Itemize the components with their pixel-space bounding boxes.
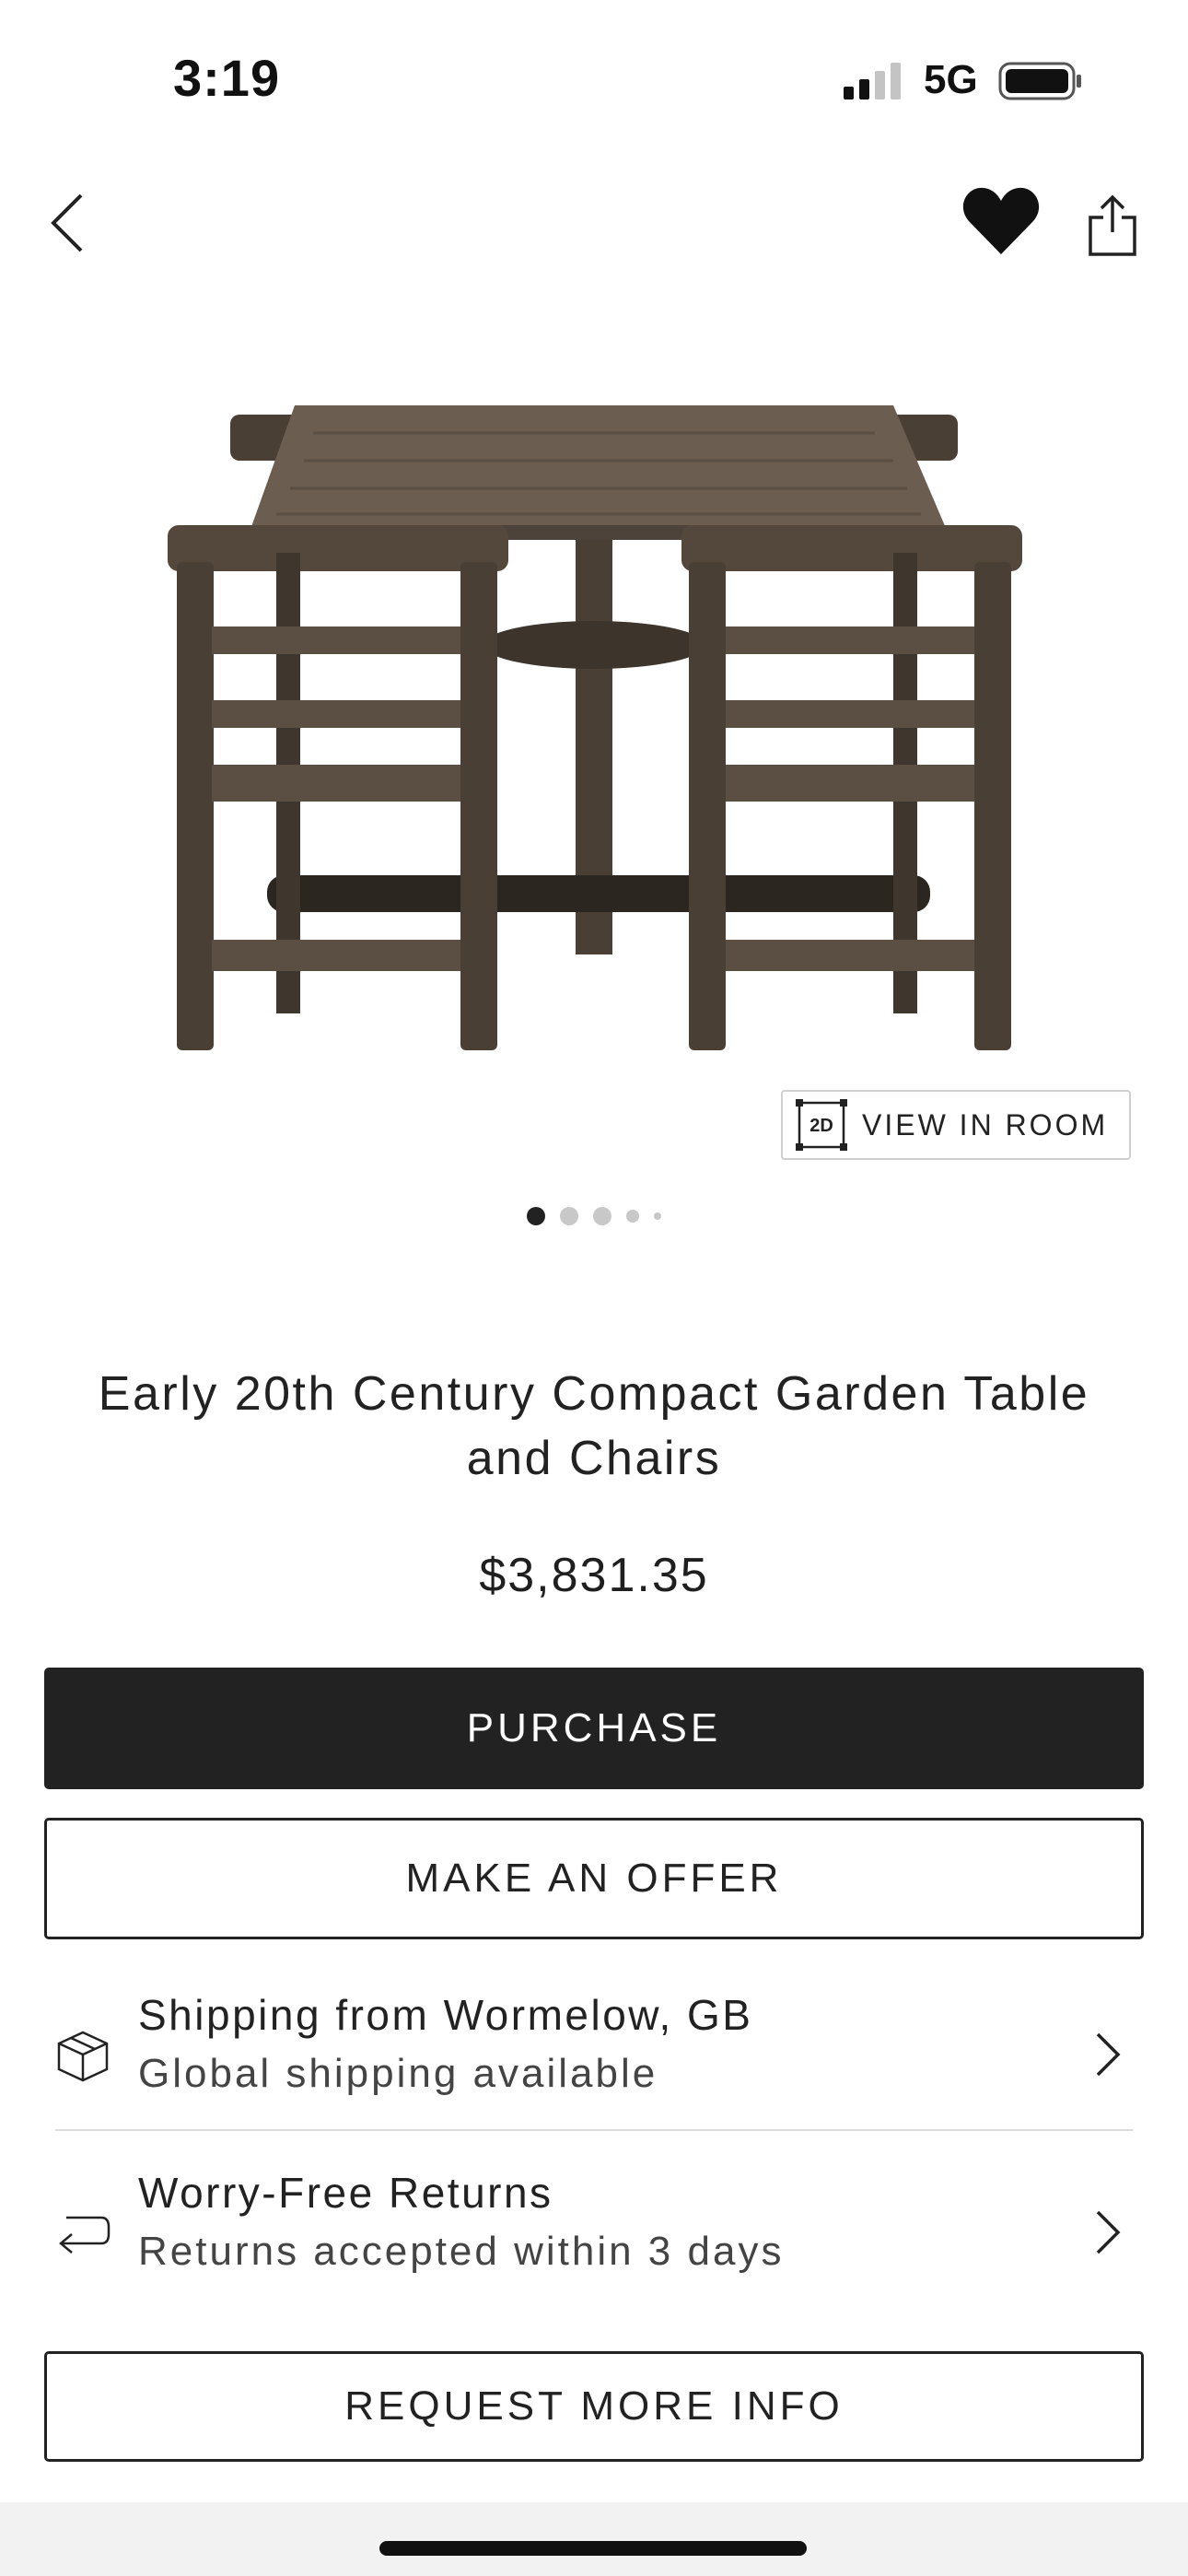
battery-icon: [998, 62, 1081, 100]
shipping-title: Shipping from Wormelow, GB: [138, 1991, 753, 2039]
product-title: Early 20th Century Compact Garden Table …: [98, 1367, 1090, 1485]
chevron-right-icon: [1096, 2032, 1121, 2077]
gallery-dot[interactable]: [654, 1212, 661, 1220]
view-2d-badge: 2D: [809, 1116, 833, 1136]
network-type: 5G: [924, 57, 978, 102]
gallery-dot[interactable]: [527, 1207, 545, 1225]
box-icon: [57, 2031, 109, 2082]
signal-icon: [844, 63, 901, 100]
shipping-subtitle: Global shipping available: [138, 2051, 658, 2096]
returns-title: Worry-Free Returns: [138, 2169, 553, 2217]
purchase-button[interactable]: PURCHASE: [44, 1668, 1144, 1789]
favorite-heart-icon[interactable]: [961, 184, 1041, 258]
product-image[interactable]: [157, 396, 1031, 1069]
returns-info-row[interactable]: Worry-Free Returns Returns accepted with…: [44, 2159, 1144, 2306]
divider: [55, 2129, 1133, 2131]
gallery-dot[interactable]: [593, 1207, 611, 1225]
chevron-right-icon: [1096, 2210, 1121, 2254]
product-price: $3,831.35: [479, 1549, 709, 1602]
gallery-pagination[interactable]: [0, 1207, 1188, 1225]
gallery-dot[interactable]: [560, 1207, 578, 1225]
gallery-dot[interactable]: [626, 1210, 639, 1223]
share-icon[interactable]: [1087, 192, 1138, 258]
bottom-bar: [0, 2502, 1188, 2576]
view-in-room-button[interactable]: 2D VIEW IN ROOM: [781, 1090, 1131, 1160]
view-in-room-label: VIEW IN ROOM: [862, 1107, 1109, 1142]
back-chevron-icon[interactable]: [41, 190, 96, 256]
status-time: 3:19: [173, 49, 281, 107]
make-offer-button[interactable]: MAKE AN OFFER: [44, 1818, 1144, 1939]
return-arrow-icon: [59, 2216, 111, 2254]
view-2d-icon: 2D: [796, 1099, 847, 1151]
request-more-info-button[interactable]: REQUEST MORE INFO: [44, 2351, 1144, 2462]
shipping-info-row[interactable]: Shipping from Wormelow, GB Global shippi…: [44, 1981, 1144, 2128]
home-indicator[interactable]: [379, 2541, 807, 2556]
returns-subtitle: Returns accepted within 3 days: [138, 2229, 785, 2274]
